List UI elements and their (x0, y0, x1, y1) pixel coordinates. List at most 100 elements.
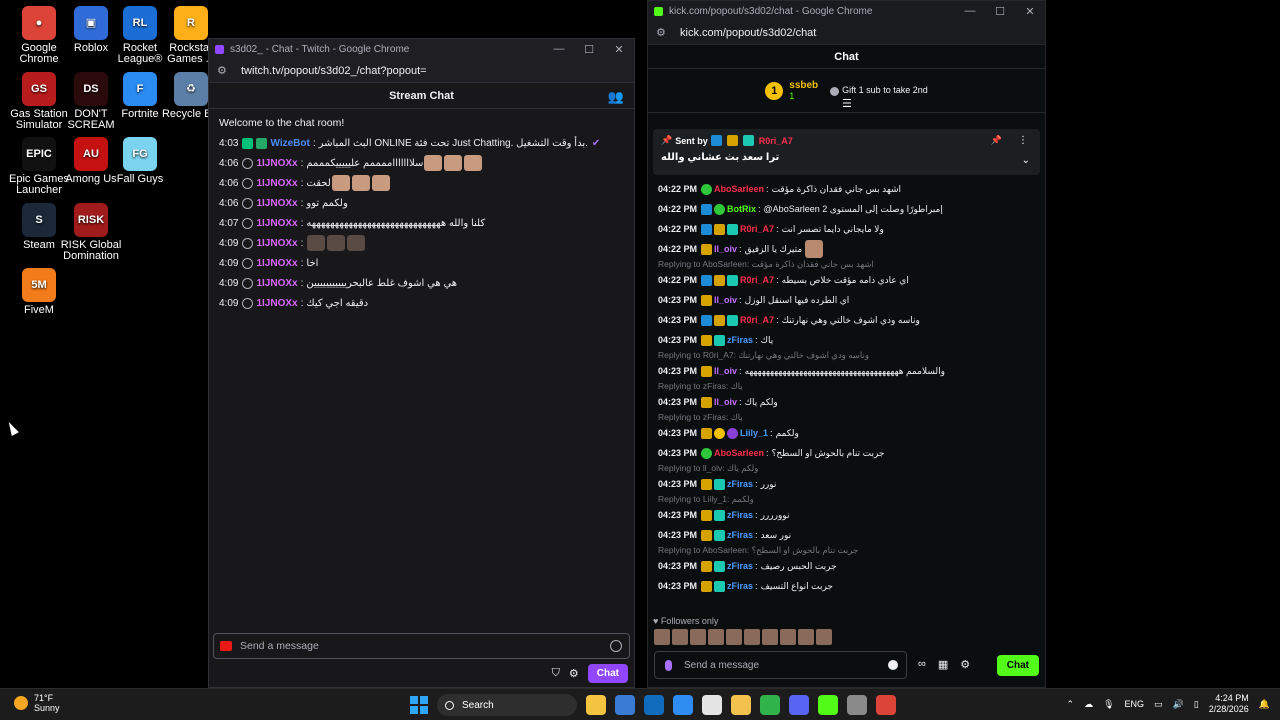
more-options-icon[interactable]: ⋮ (1018, 135, 1028, 146)
reply-context[interactable]: Replying to ll_oiv: ولكم ياك (658, 463, 1038, 474)
chat-username[interactable]: zFiras (727, 530, 753, 540)
site-settings-icon[interactable]: ⚙ (217, 64, 229, 77)
chat-username[interactable]: zFiras (727, 479, 753, 489)
chat-username[interactable]: Liily_1 (740, 428, 768, 438)
close-icon[interactable]: ✕ (1015, 5, 1045, 18)
taskbar-app-icon[interactable] (847, 695, 867, 715)
quick-emote[interactable] (708, 629, 724, 645)
leader-name[interactable]: ssbeb (789, 80, 818, 91)
desktop-icon[interactable]: 5M FiveM (8, 268, 70, 316)
reply-context[interactable]: Replying to AboSarleen: اشهد بس جاني فقد… (658, 259, 1038, 270)
kick-chat-button[interactable]: Chat (996, 655, 1039, 676)
chat-username[interactable]: zFiras (727, 561, 753, 571)
pin-icon[interactable]: 📌 (991, 135, 1002, 146)
twitch-titlebar[interactable]: s3d02_ - Chat - Twitch - Google Chrome —… (209, 39, 634, 59)
pinned-user[interactable]: R0ri_A7 (759, 136, 793, 146)
desktop-icon[interactable]: RISK RISK Global Domination (60, 203, 122, 262)
reply-context[interactable]: Replying to R0ri_A7: وناسه ودي اشوف خالت… (658, 350, 1038, 361)
pinned-message[interactable]: 📌 Sent by R0ri_A7 ترا سعد بث عشاني والله… (653, 129, 1040, 175)
community-users-icon[interactable]: 👥 (608, 89, 624, 105)
twitch-chat-window[interactable]: s3d02_ - Chat - Twitch - Google Chrome —… (208, 38, 635, 688)
twitch-chat-button[interactable]: Chat (587, 664, 628, 683)
taskbar-app-icon[interactable] (731, 695, 751, 715)
reply-context[interactable]: Replying to zFiras: ياك (658, 412, 1038, 423)
chat-username[interactable]: 1IJNOXx (256, 218, 297, 229)
chat-username[interactable]: 1IJNOXx (256, 178, 297, 189)
maximize-icon[interactable]: ☐ (985, 5, 1015, 18)
chat-username[interactable]: 1IJNOXx (256, 298, 297, 309)
taskbar-app-icon[interactable] (789, 695, 809, 715)
taskbar-app-icon[interactable] (586, 695, 606, 715)
taskbar-clock[interactable]: 4:24 PM 2/28/2026 (1209, 693, 1249, 715)
quick-emote[interactable] (780, 629, 796, 645)
quick-emote[interactable] (654, 629, 670, 645)
chat-username[interactable]: R0ri_A7 (740, 224, 774, 234)
chat-username[interactable]: AboSarleen (714, 184, 764, 194)
chat-username[interactable]: R0ri_A7 (740, 315, 774, 325)
shield-icon[interactable]: ⛉ (552, 667, 560, 680)
taskbar-app-icon[interactable] (644, 695, 664, 715)
reply-context[interactable]: Replying to Liily_1: ولكمم (658, 494, 1038, 505)
gear-icon[interactable]: ⚙ (569, 667, 579, 680)
gear-icon[interactable]: ⚙ (960, 658, 970, 671)
network-icon[interactable]: ▭ (1154, 699, 1163, 710)
chat-username[interactable]: ll_oiv (714, 295, 737, 305)
chat-username[interactable]: AboSarleen (714, 448, 764, 458)
taskbar-app-icon[interactable] (876, 695, 896, 715)
quick-emote[interactable] (726, 629, 742, 645)
chat-username[interactable]: 1IJNOXx (256, 198, 297, 209)
quick-emote[interactable] (672, 629, 688, 645)
chat-emote[interactable] (805, 240, 824, 258)
taskbar-app-icon[interactable] (818, 695, 838, 715)
site-settings-icon[interactable]: ⚙ (656, 26, 668, 39)
chat-emote[interactable] (464, 155, 483, 171)
chat-username[interactable]: 1IJNOXx (256, 158, 297, 169)
quick-emote[interactable] (798, 629, 814, 645)
link-icon[interactable]: ∞ (918, 658, 926, 671)
chat-emote[interactable] (444, 155, 463, 171)
chat-username[interactable]: ll_oiv (714, 244, 737, 254)
taskbar-app-icon[interactable] (615, 695, 635, 715)
chat-username[interactable]: zFiras (727, 581, 753, 591)
kick-titlebar[interactable]: kick.com/popout/s3d02/chat - Google Chro… (648, 1, 1045, 21)
chat-emote[interactable] (327, 235, 346, 251)
desktop-icon[interactable]: FG Fall Guys (109, 137, 171, 185)
chevron-down-icon[interactable]: ⌄ (1022, 155, 1030, 166)
chevron-up-icon[interactable]: ⌃ (1067, 699, 1075, 710)
chat-emote[interactable] (424, 155, 443, 171)
minimize-icon[interactable]: — (544, 43, 574, 55)
quick-emote[interactable] (762, 629, 778, 645)
chat-username[interactable]: R0ri_A7 (740, 275, 774, 285)
chat-username[interactable]: zFiras (727, 335, 753, 345)
quick-emote[interactable] (816, 629, 832, 645)
cloud-icon[interactable]: ☁ (1084, 699, 1093, 710)
taskbar-app-icon[interactable] (702, 695, 722, 715)
chat-emote[interactable] (331, 175, 350, 191)
collapse-leaderboard-icon[interactable]: ☰ (842, 97, 852, 110)
chat-username[interactable]: 1IJNOXx (256, 258, 297, 269)
windows-start-icon[interactable] (410, 696, 428, 714)
taskbar-app-icon[interactable] (760, 695, 780, 715)
maximize-icon[interactable]: ☐ (574, 43, 604, 56)
chat-emote[interactable] (371, 175, 390, 191)
notification-bell-icon[interactable]: 🔔 (1259, 699, 1270, 710)
microphone-icon[interactable] (665, 659, 672, 671)
chat-username[interactable]: ll_oiv (714, 397, 737, 407)
reply-context[interactable]: Replying to AboSarleen: جربت تنام بالحوش… (658, 545, 1038, 556)
kick-address-bar[interactable]: ⚙ kick.com/popout/s3d02/chat (648, 21, 1045, 45)
quick-emote[interactable] (744, 629, 760, 645)
twitch-address-bar[interactable]: ⚙ twitch.tv/popout/s3d02_/chat?popout= (209, 59, 634, 83)
store-icon[interactable]: ▦ (938, 658, 948, 671)
chat-emote[interactable] (351, 175, 370, 191)
chat-emote[interactable] (307, 235, 326, 251)
reply-context[interactable]: Replying to zFiras: ياك (658, 381, 1038, 392)
chat-username[interactable]: 1IJNOXx (256, 238, 297, 249)
taskbar-app-icon[interactable] (673, 695, 693, 715)
chat-username[interactable]: ll_oiv (714, 366, 737, 376)
kick-chat-window[interactable]: kick.com/popout/s3d02/chat - Google Chro… (647, 0, 1046, 688)
taskbar-search[interactable]: Search (437, 694, 577, 716)
language-indicator[interactable]: ENG (1125, 699, 1145, 709)
emote-picker-icon[interactable] (888, 660, 898, 670)
kick-chat-input[interactable]: Send a message (654, 651, 907, 679)
twitch-chat-input[interactable]: Send a message (213, 633, 630, 659)
